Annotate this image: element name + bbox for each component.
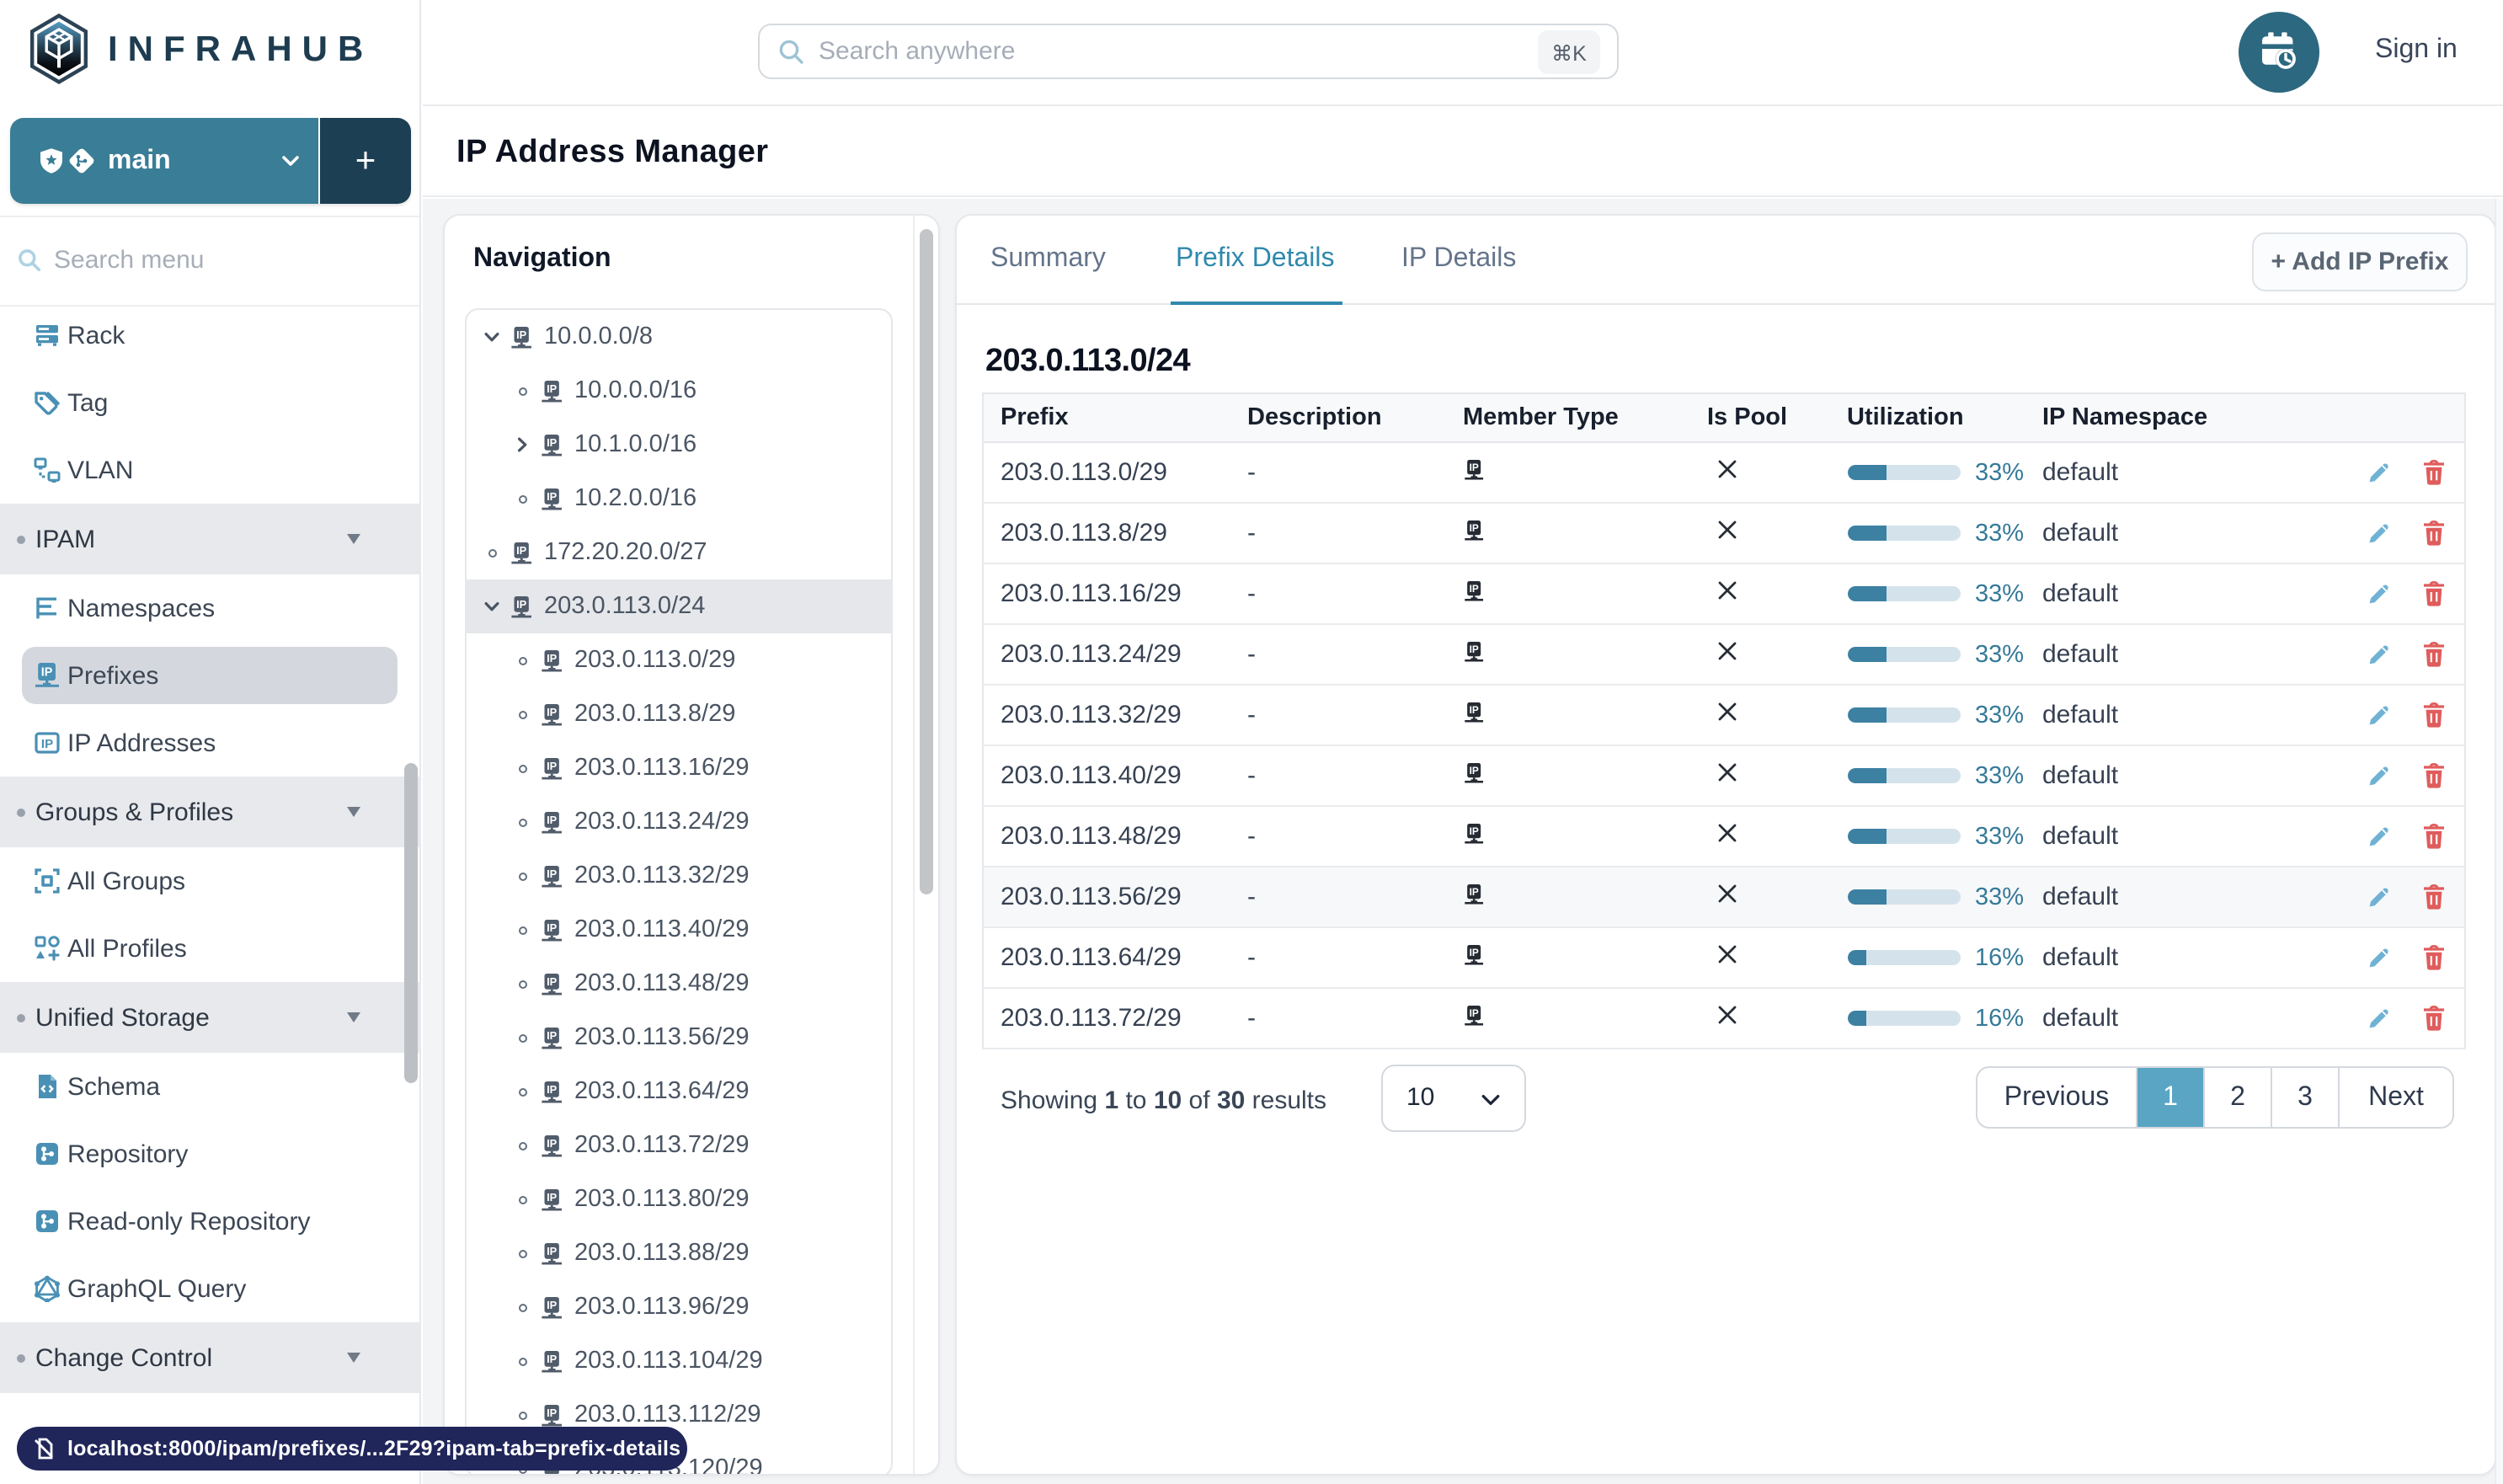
svg-text:IP: IP (1469, 946, 1478, 958)
svg-text:IP: IP (547, 867, 558, 879)
svg-text:IP: IP (1469, 521, 1478, 533)
svg-text:IP: IP (547, 1028, 558, 1041)
svg-text:IP: IP (41, 737, 53, 751)
svg-text:IP: IP (516, 543, 527, 556)
svg-text:IP: IP (1469, 461, 1478, 472)
svg-text:IP: IP (1469, 764, 1478, 776)
svg-text:IP: IP (1469, 825, 1478, 836)
svg-text:IP: IP (547, 1190, 558, 1203)
svg-text:IP: IP (547, 974, 558, 987)
svg-text:IP: IP (547, 813, 558, 825)
svg-text:IP: IP (41, 666, 53, 680)
svg-text:IP: IP (1469, 643, 1478, 654)
svg-text:IP: IP (547, 1244, 558, 1257)
svg-text:IP: IP (516, 597, 527, 610)
svg-text:IP: IP (547, 1298, 558, 1311)
svg-text:IP: IP (547, 1136, 558, 1149)
svg-text:IP: IP (516, 328, 527, 340)
svg-text:IP: IP (547, 489, 558, 502)
svg-text:IP: IP (547, 1352, 558, 1364)
svg-text:IP: IP (1469, 885, 1478, 897)
svg-text:IP: IP (547, 705, 558, 718)
svg-text:IP: IP (547, 1406, 558, 1418)
svg-text:IP: IP (1469, 703, 1478, 715)
svg-text:IP: IP (1469, 1006, 1478, 1018)
svg-text:IP: IP (547, 651, 558, 664)
svg-text:IP: IP (547, 435, 558, 448)
svg-text:IP: IP (547, 382, 558, 394)
svg-text:IP: IP (547, 1082, 558, 1095)
svg-text:IP: IP (547, 759, 558, 771)
svg-text:IP: IP (1469, 582, 1478, 594)
svg-text:IP: IP (547, 921, 558, 933)
